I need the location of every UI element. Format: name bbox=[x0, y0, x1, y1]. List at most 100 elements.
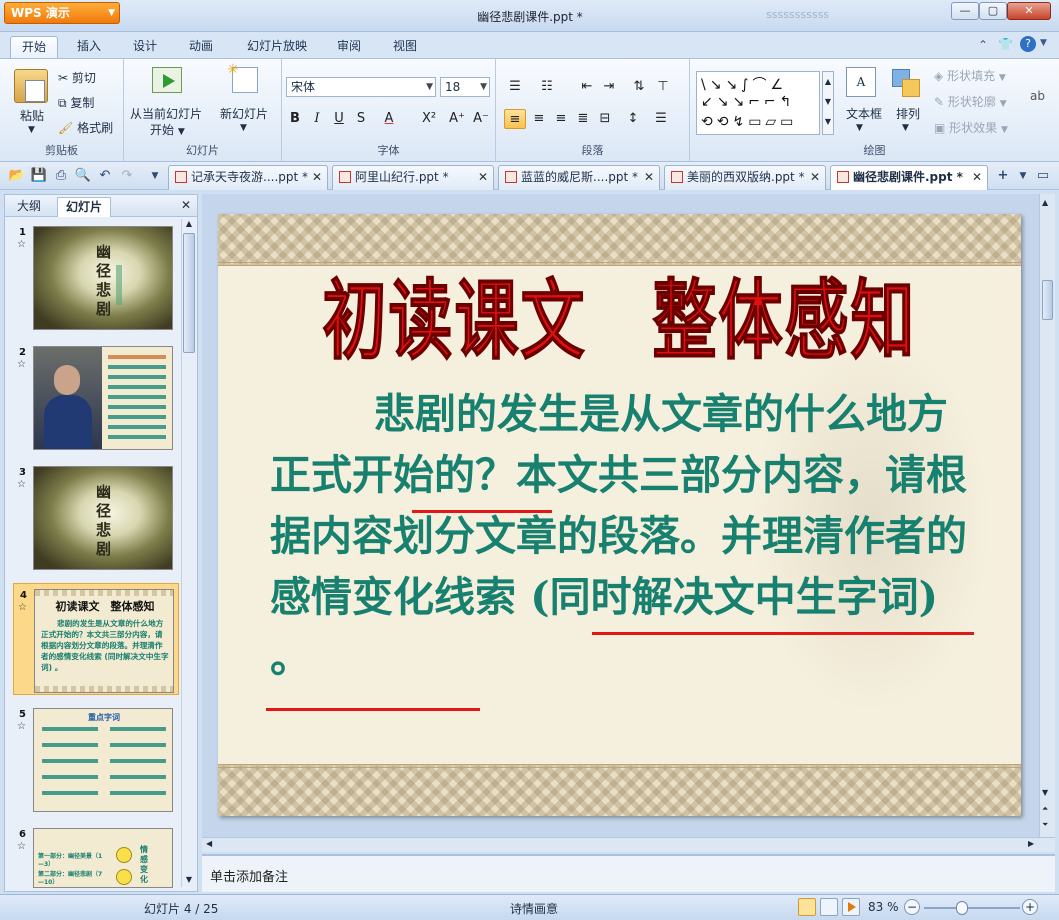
chevron-down-icon[interactable]: ▼ bbox=[902, 123, 909, 133]
doc-tab-4[interactable]: 美丽的西双版纳.ppt * ✕ bbox=[664, 165, 826, 190]
slide-sorter-icon[interactable] bbox=[820, 898, 838, 916]
collapse-ribbon-icon[interactable]: ⌃ bbox=[978, 38, 988, 52]
doc-tab-1[interactable]: 记承天寺夜游....ppt * ✕ bbox=[168, 165, 328, 190]
line-shapes-icon[interactable]: \↘↘∫⌒∠ bbox=[701, 74, 787, 94]
decrease-indent-icon[interactable]: ⇤ bbox=[576, 77, 598, 97]
chevron-down-icon[interactable]: ▼ bbox=[1040, 38, 1047, 48]
slide-thumbnail-5[interactable]: 5 ☆ 重点字词 bbox=[13, 703, 179, 815]
arrange-icon[interactable] bbox=[892, 69, 922, 97]
current-slide[interactable]: 初读课文 整体感知 悲剧的发生是从文章的什么地方正式开始的？本文共三部分内容，请… bbox=[218, 214, 1021, 816]
shape-outline-button[interactable]: ✎ 形状轮廓 ▼ bbox=[934, 93, 1007, 110]
new-slide-icon[interactable]: ✳ bbox=[227, 62, 258, 93]
scroll-right-icon[interactable]: ▶ bbox=[1028, 839, 1034, 848]
underline-icon[interactable]: U bbox=[328, 109, 350, 129]
slide-thumbnail-2[interactable]: 2 ☆ bbox=[13, 341, 179, 453]
chevron-down-icon[interactable]: ▼ bbox=[1014, 167, 1032, 185]
doc-tab-5[interactable]: 幽径悲剧课件.ppt * ✕ bbox=[830, 165, 988, 190]
textbox-icon[interactable]: A bbox=[846, 67, 876, 97]
undo-icon[interactable]: ↶ bbox=[96, 167, 114, 185]
scroll-up-icon[interactable]: ▲ bbox=[183, 219, 195, 231]
save-icon[interactable]: 💾 bbox=[30, 167, 48, 185]
close-button[interactable]: ✕ bbox=[1007, 2, 1051, 20]
numbered-list-icon[interactable]: ☷ bbox=[536, 77, 558, 97]
shrink-font-icon[interactable]: A⁻ bbox=[470, 109, 492, 129]
shapes-gallery[interactable]: \↘↘∫⌒∠ ↙↘↘⌐⌐↰ ⟲⟲↯▭▱▭ bbox=[696, 71, 820, 135]
app-menu-button[interactable]: WPS 演示 ▼ bbox=[4, 2, 120, 24]
tab-list-icon[interactable]: ▭ bbox=[1034, 167, 1052, 185]
italic-icon[interactable]: I bbox=[306, 109, 328, 129]
strikethrough-icon[interactable]: S bbox=[350, 109, 372, 129]
slide-thumbnail-6[interactable]: 6 ☆ 第一部分：幽径美景（1—3） 第二部分：幽径悲剧（7—10） 情感变化 bbox=[13, 823, 179, 888]
new-tab-icon[interactable]: + bbox=[994, 167, 1012, 185]
zoom-slider[interactable] bbox=[924, 907, 1020, 909]
help-icon[interactable]: ? bbox=[1020, 36, 1036, 52]
chevron-down-icon[interactable]: ▼ bbox=[856, 123, 863, 133]
tab-slides[interactable]: 幻灯片 bbox=[57, 197, 112, 217]
format-painter-button[interactable]: 🖌 格式刷 bbox=[58, 119, 113, 136]
skin-icon[interactable]: 👕 bbox=[998, 37, 1013, 51]
scroll-thumb[interactable] bbox=[1042, 280, 1053, 320]
text-effect-icon[interactable]: ab bbox=[1030, 89, 1045, 103]
chevron-down-icon[interactable]: ▼ bbox=[240, 123, 247, 133]
scroll-down-icon[interactable]: ▼ bbox=[1042, 788, 1048, 797]
scroll-left-icon[interactable]: ◀ bbox=[206, 839, 212, 848]
slide-thumbnail-4[interactable]: 4 ☆ 初读课文 整体感知 悲剧的发生是从文章的什么地方正式开始的？本文共三部分… bbox=[13, 583, 179, 695]
thumbnail-scrollbar[interactable]: ▲ ▼ bbox=[181, 219, 195, 887]
slide-thumbnail-1[interactable]: 1 ☆ 幽径悲剧 bbox=[13, 221, 179, 333]
redo-icon[interactable]: ↷ bbox=[118, 167, 136, 185]
new-slide-button[interactable]: 新幻灯片 bbox=[220, 105, 268, 122]
font-name-select[interactable]: 宋体 ▼ bbox=[286, 77, 436, 97]
slide-body-text[interactable]: 悲剧的发生是从文章的什么地方正式开始的？本文共三部分内容，请根据内容划分文章的段… bbox=[270, 384, 968, 689]
normal-view-icon[interactable] bbox=[798, 898, 816, 916]
slide-thumbnail-3[interactable]: 3 ☆ 幽径悲剧 bbox=[13, 461, 179, 573]
next-slide-icon[interactable]: ⏷ bbox=[1042, 820, 1048, 830]
text-direction-icon[interactable]: ⇅ bbox=[628, 77, 650, 97]
justify-icon[interactable]: ≣ bbox=[572, 109, 594, 129]
bold-icon[interactable]: B bbox=[284, 109, 306, 129]
chevron-down-icon[interactable]: ▼ bbox=[146, 167, 164, 185]
notes-placeholder[interactable]: 单击添加备注 bbox=[210, 866, 288, 885]
chevron-down-icon[interactable]: ▼ bbox=[28, 125, 35, 135]
close-icon[interactable]: ✕ bbox=[181, 198, 191, 212]
close-icon[interactable]: ✕ bbox=[972, 166, 982, 188]
tab-design[interactable]: 设计 bbox=[122, 36, 168, 58]
print-preview-icon[interactable]: 🔍 bbox=[74, 167, 92, 185]
open-icon[interactable]: 📂 bbox=[8, 167, 26, 185]
zoom-slider-handle[interactable] bbox=[956, 901, 968, 915]
from-current-start-label[interactable]: 开始 ▼ bbox=[150, 121, 185, 138]
scroll-thumb[interactable] bbox=[183, 233, 195, 353]
minimize-button[interactable]: — bbox=[951, 2, 979, 20]
grow-font-icon[interactable]: A⁺ bbox=[446, 109, 468, 129]
arrow-shapes-icon[interactable]: ↙↘↘⌐⌐↰ bbox=[701, 94, 795, 110]
close-icon[interactable]: ✕ bbox=[810, 166, 820, 188]
align-right-icon[interactable]: ≡ bbox=[550, 109, 572, 129]
close-icon[interactable]: ✕ bbox=[478, 166, 488, 188]
superscript-icon[interactable]: X² bbox=[418, 109, 440, 129]
doc-tab-3[interactable]: 蓝蓝的威尼斯....ppt * ✕ bbox=[498, 165, 660, 190]
paste-button[interactable]: 粘贴 bbox=[20, 107, 44, 124]
print-icon[interactable]: ⎙ bbox=[52, 167, 70, 185]
tab-home[interactable]: 开始 bbox=[10, 36, 58, 58]
zoom-in-icon[interactable]: + bbox=[1022, 899, 1038, 915]
scroll-down-icon[interactable]: ▼ bbox=[183, 875, 195, 887]
align-center-icon[interactable]: ≡ bbox=[528, 109, 550, 129]
arrange-button[interactable]: 排列 bbox=[896, 105, 920, 122]
copy-button[interactable]: ⧉ 复制 bbox=[58, 94, 94, 111]
increase-indent-icon[interactable]: ⇥ bbox=[598, 77, 620, 97]
close-icon[interactable]: ✕ bbox=[644, 166, 654, 188]
paste-icon[interactable] bbox=[14, 69, 48, 103]
distribute-icon[interactable]: ⊟ bbox=[594, 109, 616, 129]
from-current-slide-button[interactable]: 从当前幻灯片 bbox=[130, 105, 202, 122]
font-color-icon[interactable]: A bbox=[378, 109, 400, 129]
cut-button[interactable]: ✂ 剪切 bbox=[58, 69, 96, 86]
previous-slide-icon[interactable]: ⏶ bbox=[1042, 804, 1048, 814]
bullet-list-icon[interactable]: ☰ bbox=[504, 77, 526, 97]
align-left-icon[interactable]: ≡ bbox=[504, 109, 526, 129]
tab-slideshow[interactable]: 幻灯片放映 bbox=[236, 36, 318, 58]
shape-effect-button[interactable]: ▣ 形状效果 ▼ bbox=[934, 119, 1008, 136]
zoom-level[interactable]: 83 % bbox=[868, 900, 899, 914]
tab-view[interactable]: 视图 bbox=[382, 36, 428, 58]
columns-icon[interactable]: ☰ bbox=[650, 109, 672, 129]
tab-review[interactable]: 审阅 bbox=[326, 36, 372, 58]
connector-shapes-icon[interactable]: ⟲⟲↯▭▱▭ bbox=[701, 114, 797, 130]
